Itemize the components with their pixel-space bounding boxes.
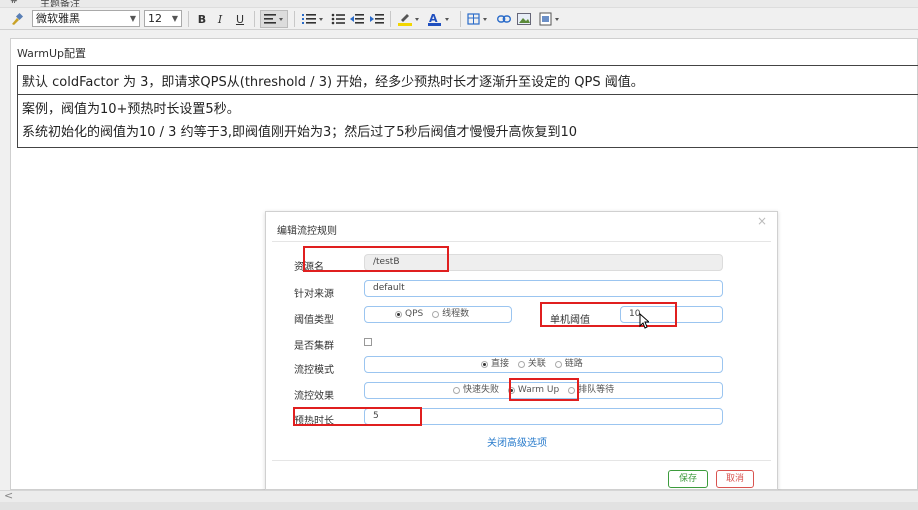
radio-thread-label: 线程数 [442, 309, 470, 319]
radio-checked-icon [481, 361, 488, 368]
source-label: 针对来源 [294, 289, 334, 300]
top-strip: # 主题备注 [0, 0, 918, 8]
radio-chain-label: 链路 [564, 359, 583, 369]
threshold-type-radios: QPS 线程数 [364, 306, 512, 323]
bottom-bar [0, 502, 918, 510]
radio-unchecked-icon [554, 361, 562, 368]
dialog-divider [272, 460, 771, 461]
toolbar-divider [390, 11, 391, 27]
image-icon [517, 13, 531, 25]
align-button[interactable] [260, 10, 288, 28]
scroll-left-icon[interactable]: < [4, 489, 13, 502]
decrease-indent-button[interactable] [349, 10, 365, 28]
table-row: 默认 coldFactor 为 3，即请求QPS从(threshold / 3)… [18, 66, 918, 95]
toolbar-divider [294, 11, 295, 27]
table-icon [467, 13, 487, 25]
close-advanced-link[interactable]: 关闭高级选项 [487, 434, 547, 449]
outdent-icon [350, 14, 364, 24]
radio-relate[interactable]: 关联 [517, 357, 546, 372]
toolbar-divider [254, 11, 255, 27]
top-strip-title: 主题备注 [40, 0, 80, 8]
table-row: 案例，阀值为10+预热时长设置5秒。 系统初始化的阀值为10 / 3 约等于3,… [18, 95, 918, 147]
explanation-text: 系统初始化的阀值为10 / 3 约等于3,即阀值刚开始为3；然后过了5秒后阀值才… [22, 125, 578, 140]
font-size-value: 12 [148, 12, 162, 25]
align-left-icon [264, 14, 283, 24]
formatting-toolbar: 微软雅黑 ▼ 12 ▼ B I U A [0, 8, 918, 30]
insert-object-button[interactable] [538, 10, 564, 28]
horizontal-scrollbar[interactable]: < [0, 489, 918, 502]
note-title: WarmUp配置 [17, 47, 86, 60]
font-family-value: 微软雅黑 [36, 12, 80, 25]
radio-thread[interactable]: 线程数 [432, 307, 469, 322]
toolbar-divider [460, 11, 461, 27]
note-table: 默认 coldFactor 为 3，即请求QPS从(threshold / 3)… [17, 65, 918, 148]
mode-radios: 直接 关联 链路 [364, 356, 723, 373]
coldfactor-text: 默认 coldFactor 为 3，即请求QPS从(threshold / 3)… [22, 75, 644, 90]
highlight-box [540, 302, 677, 327]
mode-label: 流控模式 [294, 365, 334, 376]
radio-qps-label: QPS [405, 309, 424, 319]
close-icon[interactable]: × [757, 214, 767, 228]
threshold-type-label: 阈值类型 [294, 315, 334, 326]
dialog-title: 编辑流控规则 [277, 226, 337, 237]
save-button[interactable]: 保存 [668, 470, 708, 488]
object-icon [539, 12, 559, 26]
font-family-select[interactable]: 微软雅黑 ▼ [32, 10, 140, 27]
insert-table-button[interactable] [466, 10, 492, 28]
radio-chain[interactable]: 链路 [554, 357, 583, 372]
highlight-box [509, 378, 579, 401]
italic-button[interactable]: I [212, 10, 228, 28]
radio-direct[interactable]: 直接 [481, 357, 509, 372]
radio-unchecked-icon [432, 311, 440, 318]
radio-relate-label: 关联 [527, 359, 546, 369]
example-text: 案例，阀值为10+预热时长设置5秒。 [22, 102, 240, 117]
insert-link-button[interactable] [496, 10, 512, 28]
radio-direct-label: 直接 [491, 359, 510, 369]
cluster-label: 是否集群 [294, 341, 334, 352]
flow-rule-dialog: 编辑流控规则 × 资源名 /testB 针对来源 default 阈值类型 QP… [265, 211, 778, 490]
format-painter-icon[interactable] [8, 10, 26, 28]
chevron-down-icon: ▼ [171, 14, 178, 23]
radio-fast-fail-label: 快速失败 [463, 385, 500, 395]
toolbar-divider [188, 11, 189, 27]
cluster-checkbox[interactable] [364, 338, 372, 346]
radio-qps[interactable]: QPS [395, 307, 423, 322]
dialog-divider [272, 241, 771, 242]
radio-fast-fail[interactable]: 快速失败 [453, 383, 499, 398]
numbered-list-button[interactable] [300, 10, 326, 28]
bullet-list-icon [331, 13, 345, 25]
radio-queue-label: 排队等待 [578, 385, 615, 395]
link-icon [497, 15, 511, 23]
highlighter-icon [398, 14, 419, 26]
bold-button[interactable]: B [194, 10, 210, 28]
radio-unchecked-icon [517, 361, 525, 368]
chevron-down-icon: ▼ [129, 14, 136, 23]
underline-button[interactable]: U [232, 10, 248, 28]
font-size-select[interactable]: 12 ▼ [144, 10, 182, 27]
cursor-icon [639, 312, 651, 332]
indent-icon [370, 14, 384, 24]
font-color-icon: A [428, 12, 449, 26]
font-color-button[interactable]: A [426, 10, 452, 28]
highlight-color-button[interactable] [396, 10, 422, 28]
effect-label: 流控效果 [294, 391, 334, 402]
insert-image-button[interactable] [516, 10, 532, 28]
source-input[interactable]: default [364, 280, 723, 297]
highlight-box [303, 246, 449, 272]
increase-indent-button[interactable] [369, 10, 385, 28]
top-strip-icon: # [10, 0, 19, 6]
radio-checked-icon [395, 311, 402, 318]
bullet-list-button[interactable] [330, 10, 346, 28]
numbered-list-icon [302, 14, 323, 24]
highlight-box [293, 407, 422, 426]
cancel-button[interactable]: 取消 [716, 470, 754, 488]
radio-unchecked-icon [453, 387, 460, 394]
